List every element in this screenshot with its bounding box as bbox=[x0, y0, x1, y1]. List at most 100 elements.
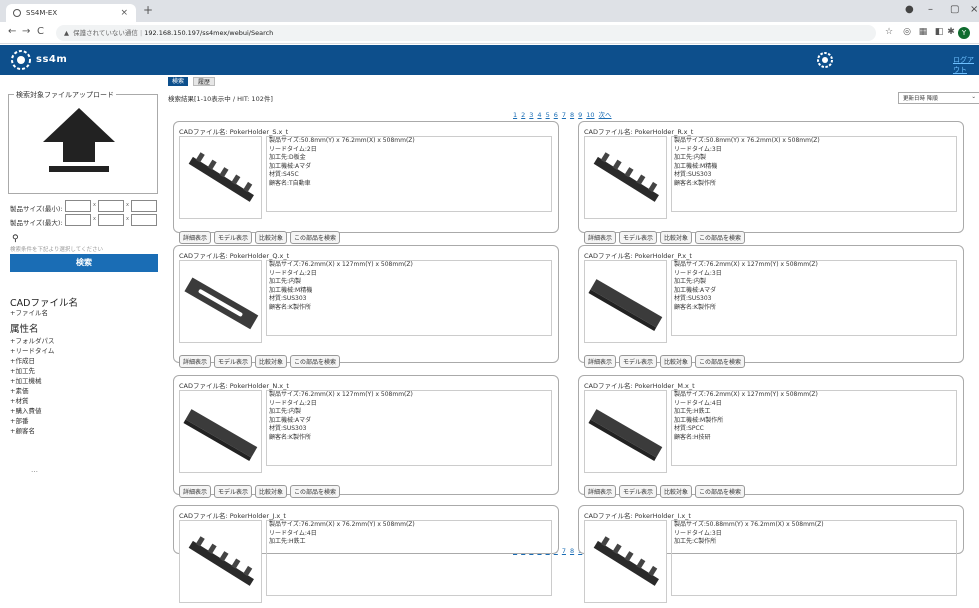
part-thumbnail[interactable] bbox=[179, 520, 262, 603]
facet-item[interactable]: +ファイル名 bbox=[10, 307, 48, 317]
card-title: CADファイル名: PokerHolder_R.x_t bbox=[584, 128, 694, 136]
compare-button[interactable]: 比較対象 bbox=[255, 231, 288, 244]
pagination-page[interactable]: 10 bbox=[586, 111, 594, 119]
compare-button[interactable]: 比較対象 bbox=[660, 231, 693, 244]
model-view-button[interactable]: モデル表示 bbox=[214, 231, 253, 244]
part-thumbnail[interactable] bbox=[179, 260, 262, 343]
pagination-page[interactable]: 6 bbox=[554, 111, 558, 119]
spec-line: 製品サイズ:76.2mm(X) x 127mm(Y) x 508mm(Z) bbox=[674, 391, 818, 398]
compare-button[interactable]: 比較対象 bbox=[255, 485, 288, 498]
gear-icon[interactable] bbox=[816, 51, 834, 69]
facet-item[interactable]: +素価 bbox=[10, 385, 28, 395]
search-similar-button[interactable]: この部品を検索 bbox=[290, 355, 341, 368]
spec-line: 材質:SUS303 bbox=[674, 171, 712, 178]
detail-button[interactable]: 詳細表示 bbox=[179, 485, 212, 498]
search-similar-button[interactable]: この部品を検索 bbox=[290, 231, 341, 244]
pagination-page[interactable]: 7 bbox=[562, 111, 566, 119]
close-window-icon[interactable]: × bbox=[970, 4, 978, 15]
model-view-button[interactable]: モデル表示 bbox=[619, 355, 658, 368]
pagination-page[interactable]: 4 bbox=[537, 111, 541, 119]
part-thumbnail[interactable] bbox=[584, 520, 667, 603]
facet-item[interactable]: +加工機械 bbox=[10, 375, 41, 385]
model-view-button[interactable]: モデル表示 bbox=[619, 231, 658, 244]
pagination-page[interactable]: 3 bbox=[529, 111, 533, 119]
logout-link[interactable]: ログアウト bbox=[953, 55, 979, 75]
search-similar-button[interactable]: この部品を検索 bbox=[695, 485, 746, 498]
compare-button[interactable]: 比較対象 bbox=[660, 485, 693, 498]
spec-line: リードタイム:2日 bbox=[269, 399, 317, 407]
model-view-button[interactable]: モデル表示 bbox=[214, 485, 253, 498]
extension-icon[interactable]: ▦ bbox=[918, 27, 928, 37]
search-icon[interactable]: ⚲ bbox=[12, 234, 19, 244]
facet-item[interactable]: +材質 bbox=[10, 395, 28, 405]
size-min-z-input[interactable] bbox=[131, 200, 157, 212]
size-max-z-input[interactable] bbox=[131, 214, 157, 226]
pagination-page[interactable]: 2 bbox=[521, 111, 525, 119]
card-title: CADファイル名: PokerHolder_J.x_t bbox=[179, 512, 286, 520]
part-thumbnail[interactable] bbox=[584, 136, 667, 219]
spec-line: 製品サイズ:76.2mm(X) x 127mm(Y) x 508mm(Z) bbox=[269, 261, 413, 268]
spec-line: 加工先:内製 bbox=[269, 278, 302, 285]
size-min-y-input[interactable] bbox=[98, 200, 124, 212]
detail-button[interactable]: 詳細表示 bbox=[584, 231, 617, 244]
search-button[interactable]: 検索 bbox=[10, 254, 158, 272]
part-thumbnail[interactable] bbox=[179, 390, 262, 473]
detail-button[interactable]: 詳細表示 bbox=[179, 355, 212, 368]
insecure-label: 保護されていない通信 bbox=[73, 29, 138, 37]
spec-line: 加工先:C製作所 bbox=[674, 538, 717, 545]
spec-line: 材質:SUS303 bbox=[269, 425, 307, 432]
extension-icon[interactable]: ◎ bbox=[902, 27, 912, 37]
search-similar-button[interactable]: この部品を検索 bbox=[290, 485, 341, 498]
pagination-page[interactable]: 8 bbox=[570, 111, 574, 119]
card-specs: 製品サイズ:50.8mm(Y) x 76.2mm(X) x 508mm(Z) リー… bbox=[671, 136, 957, 212]
size-min-x-input[interactable] bbox=[65, 200, 91, 212]
address-bar: ← → C ▲ 保護されていない通信 | 192.168.150.197/ss4… bbox=[0, 22, 979, 44]
facet-item[interactable]: +作成日 bbox=[10, 355, 35, 365]
pagination-page[interactable]: 1 bbox=[513, 111, 517, 119]
pagination-page[interactable]: 9 bbox=[578, 111, 582, 119]
size-max-x-input[interactable] bbox=[65, 214, 91, 226]
pagination-next[interactable]: 次へ bbox=[599, 111, 612, 119]
spec-line: 顧客名:K製作所 bbox=[674, 303, 716, 311]
size-max-y-input[interactable] bbox=[98, 214, 124, 226]
tab-history[interactable]: 履歴 bbox=[193, 77, 216, 86]
close-icon[interactable]: × bbox=[120, 4, 128, 22]
facet-item[interactable]: +部番 bbox=[10, 415, 28, 425]
compare-button[interactable]: 比較対象 bbox=[255, 355, 288, 368]
model-view-button[interactable]: モデル表示 bbox=[214, 355, 253, 368]
star-icon[interactable]: ☆ bbox=[884, 27, 894, 37]
pagination-page[interactable]: 5 bbox=[546, 111, 550, 119]
compare-button[interactable]: 比較対象 bbox=[660, 355, 693, 368]
part-thumbnail[interactable] bbox=[584, 260, 667, 343]
detail-button[interactable]: 詳細表示 bbox=[584, 355, 617, 368]
detail-button[interactable]: 詳細表示 bbox=[179, 231, 212, 244]
facet-item[interactable]: +加工先 bbox=[10, 365, 35, 375]
facet-item[interactable]: +リードタイム bbox=[10, 345, 54, 355]
facet-item[interactable]: +購入費値 bbox=[10, 405, 41, 415]
detail-button[interactable]: 詳細表示 bbox=[584, 485, 617, 498]
part-thumbnail[interactable] bbox=[179, 136, 262, 219]
profile-avatar[interactable]: Y bbox=[958, 27, 970, 39]
puzzle-icon[interactable]: ✱ bbox=[946, 27, 956, 37]
part-thumbnail[interactable] bbox=[584, 390, 667, 473]
search-similar-button[interactable]: この部品を検索 bbox=[695, 355, 746, 368]
spec-line: 加工先:H鉄工 bbox=[674, 408, 711, 415]
spec-line: リードタイム:4日 bbox=[269, 529, 317, 537]
sort-select[interactable]: 更新日時 降順 ⌄ bbox=[898, 92, 979, 104]
facet-item[interactable]: +顧客名 bbox=[10, 425, 35, 435]
search-similar-button[interactable]: この部品を検索 bbox=[695, 231, 746, 244]
record-icon[interactable]: ● bbox=[905, 4, 914, 15]
url-input[interactable]: ▲ 保護されていない通信 | 192.168.150.197/ss4mex/we… bbox=[56, 25, 876, 41]
minimize-icon[interactable]: – bbox=[928, 4, 933, 15]
card-specs: 製品サイズ:76.2mm(X) x 127mm(Y) x 508mm(Z) リード… bbox=[266, 390, 552, 466]
forward-icon[interactable]: → bbox=[22, 26, 30, 37]
model-view-button[interactable]: モデル表示 bbox=[619, 485, 658, 498]
facet-item[interactable]: +フォルダパス bbox=[10, 335, 54, 345]
extension-icon[interactable]: ◧ bbox=[934, 27, 944, 37]
tab-search[interactable]: 検索 bbox=[168, 77, 189, 86]
restore-icon[interactable]: ▢ bbox=[950, 4, 959, 15]
browser-tab[interactable]: SS4M-EX × bbox=[6, 4, 136, 22]
back-icon[interactable]: ← bbox=[8, 26, 16, 37]
new-tab-icon[interactable]: + bbox=[143, 3, 153, 17]
reload-icon[interactable]: C bbox=[37, 26, 44, 37]
